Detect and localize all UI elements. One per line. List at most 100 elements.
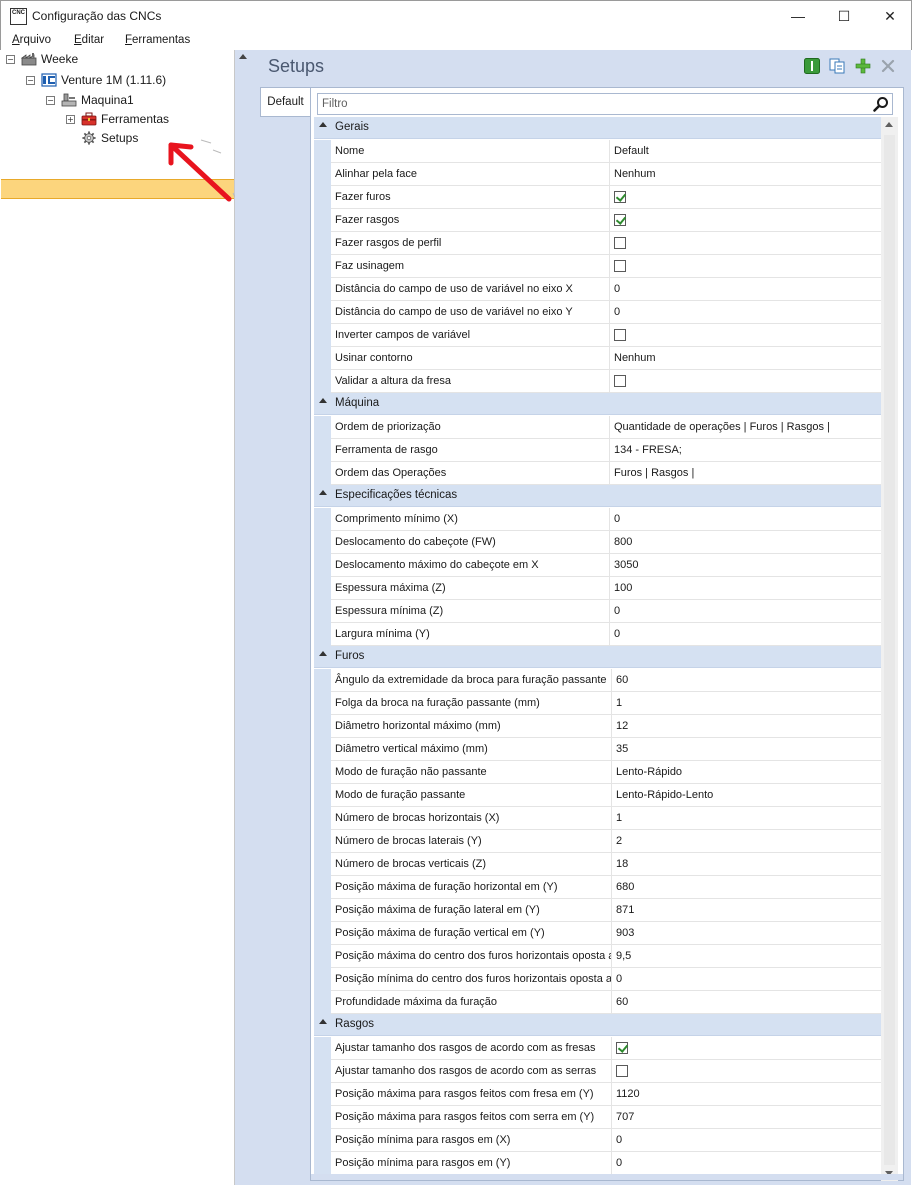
property-row[interactable]: Posição máxima para rasgos feitos com se… [314,1106,881,1129]
property-row[interactable]: Ajustar tamanho dos rasgos de acordo com… [314,1037,881,1060]
property-value[interactable]: 1 [612,692,881,715]
property-row[interactable]: Espessura máxima (Z) 100 [314,577,881,600]
property-value[interactable]: Furos | Rasgos | [610,462,881,485]
property-value[interactable]: 1120 [612,1083,881,1106]
property-row[interactable]: Validar a altura da fresa [314,370,881,393]
property-row[interactable]: Número de brocas laterais (Y) 2 [314,830,881,853]
property-value[interactable]: 0 [610,301,881,324]
property-checkbox-cell[interactable] [610,255,881,278]
collapse-category-icon[interactable] [319,122,327,127]
property-value[interactable]: 60 [612,669,881,692]
property-checkbox-cell[interactable] [612,1037,881,1060]
collapse-category-icon[interactable] [319,651,327,656]
property-value[interactable]: 35 [612,738,881,761]
scroll-thumb[interactable] [884,135,895,1165]
menu-editar[interactable]: Editar [74,34,104,46]
property-row[interactable]: Deslocamento máximo do cabeçote em X 3050 [314,554,881,577]
property-row[interactable]: Ordem das Operações Furos | Rasgos | [314,462,881,485]
expand-icon[interactable]: + [66,115,75,124]
property-value[interactable]: Lento-Rápido-Lento [612,784,881,807]
collapse-arrow-icon[interactable] [239,54,247,59]
category-row[interactable]: Furos [314,646,881,668]
menu-arquivo[interactable]: Arquivo [12,34,51,46]
property-row[interactable]: Modo de furação passante Lento-Rápido-Len… [314,784,881,807]
property-value[interactable]: 60 [612,991,881,1014]
property-checkbox-cell[interactable] [610,370,881,393]
property-value[interactable]: 1 [612,807,881,830]
vertical-scrollbar[interactable] [881,117,898,1181]
property-row[interactable]: Diâmetro horizontal máximo (mm) 12 [314,715,881,738]
property-value[interactable]: 0 [610,600,881,623]
property-row[interactable]: Ângulo da extremidade da broca para fura… [314,669,881,692]
property-row[interactable]: Largura mínima (Y) 0 [314,623,881,646]
tree-node-venture[interactable]: − Venture 1M (1.11.6) [1,71,231,89]
property-row[interactable]: Posição mínima para rasgos em (Y) 0 [314,1152,881,1175]
property-row[interactable]: Posição máxima do centro dos furos horiz… [314,945,881,968]
maximize-button[interactable]: ☐ [821,1,867,32]
category-row[interactable]: Rasgos [314,1014,881,1036]
collapse-category-icon[interactable] [319,1019,327,1024]
property-value[interactable]: 0 [612,968,881,991]
duplicate-icon[interactable] [829,58,845,74]
property-row[interactable]: Posição máxima de furação vertical em (Y… [314,922,881,945]
collapse-icon[interactable]: − [46,96,55,105]
property-value[interactable]: 2 [612,830,881,853]
category-row[interactable]: Gerais [314,117,881,139]
property-row[interactable]: Usinar contorno Nenhum [314,347,881,370]
unchecked-checkbox[interactable] [614,329,626,341]
collapse-icon[interactable]: − [26,76,35,85]
property-row[interactable]: Distância do campo de uso de variável no… [314,301,881,324]
property-checkbox-cell[interactable] [610,186,881,209]
tree-node-maquina[interactable]: − Maquina1 [1,91,231,109]
resize-grip[interactable] [311,1174,903,1180]
delete-icon[interactable] [880,58,896,74]
property-row[interactable]: Deslocamento do cabeçote (FW) 800 [314,531,881,554]
scroll-up-icon[interactable] [885,122,893,127]
property-value[interactable]: 100 [610,577,881,600]
category-row[interactable]: Máquina [314,393,881,415]
property-value[interactable]: Nenhum [610,347,881,370]
property-row[interactable]: Fazer furos [314,186,881,209]
property-row[interactable]: Posição mínima para rasgos em (X) 0 [314,1129,881,1152]
property-value[interactable]: 680 [612,876,881,899]
property-value[interactable]: 0 [610,278,881,301]
property-value[interactable]: 12 [612,715,881,738]
unchecked-checkbox[interactable] [614,260,626,272]
property-value[interactable]: 18 [612,853,881,876]
unchecked-checkbox[interactable] [616,1065,628,1077]
collapse-category-icon[interactable] [319,490,327,495]
collapse-category-icon[interactable] [319,398,327,403]
panel-splitter[interactable] [235,50,253,1185]
tree-node-weeke[interactable]: − Weeke [1,50,231,68]
property-row[interactable]: Diâmetro vertical máximo (mm) 35 [314,738,881,761]
property-value[interactable]: 9,5 [612,945,881,968]
checked-checkbox[interactable] [616,1042,628,1054]
info-icon[interactable] [804,58,820,74]
category-row[interactable]: Especificações técnicas [314,485,881,507]
property-row[interactable]: Ferramenta de rasgo 134 - FRESA; [314,439,881,462]
collapse-icon[interactable]: − [6,55,15,64]
property-row[interactable]: Inverter campos de variável [314,324,881,347]
property-row[interactable]: Faz usinagem [314,255,881,278]
property-value[interactable]: 134 - FRESA; [610,439,881,462]
close-button[interactable]: ✕ [867,1,912,32]
property-row[interactable]: Ordem de priorização Quantidade de operaç… [314,416,881,439]
property-value[interactable]: 903 [612,922,881,945]
property-value[interactable]: 0 [610,508,881,531]
property-value[interactable]: 3050 [610,554,881,577]
property-row[interactable]: Posição máxima para rasgos feitos com fr… [314,1083,881,1106]
property-value[interactable]: 800 [610,531,881,554]
unchecked-checkbox[interactable] [614,237,626,249]
tree-node-ferramentas[interactable]: + Ferramentas [1,110,231,128]
menu-ferramentas[interactable]: Ferramentas [125,34,190,46]
property-row[interactable]: Posição máxima de furação lateral em (Y)… [314,899,881,922]
property-row[interactable]: Alinhar pela face Nenhum [314,163,881,186]
property-value[interactable]: 0 [612,1129,881,1152]
property-row[interactable]: Número de brocas verticais (Z) 18 [314,853,881,876]
property-checkbox-cell[interactable] [610,232,881,255]
tab-default[interactable]: Default [260,87,310,117]
property-value[interactable]: 707 [612,1106,881,1129]
property-row[interactable]: Profundidade máxima da furação 60 [314,991,881,1014]
property-value[interactable]: 0 [610,623,881,646]
property-row[interactable]: Folga da broca na furação passante (mm) 1 [314,692,881,715]
